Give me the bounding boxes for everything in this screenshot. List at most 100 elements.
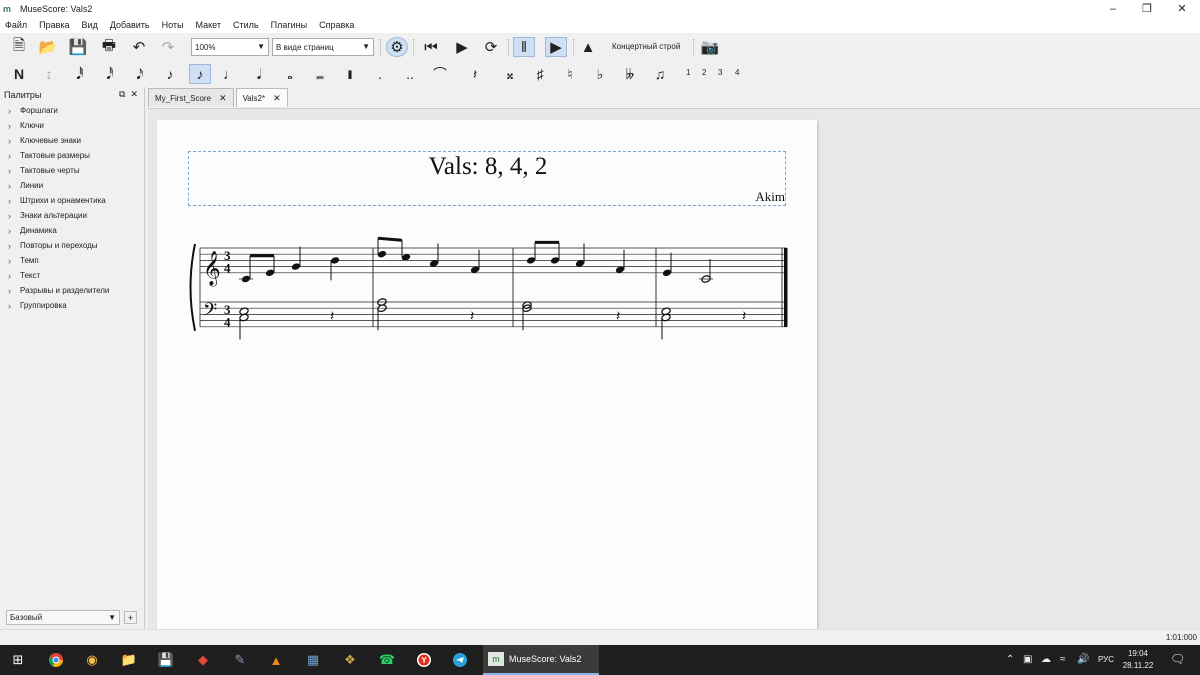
tab-vals2[interactable]: Vals2* ✕ (235, 88, 288, 107)
menu-help[interactable]: Справка (319, 20, 354, 30)
palette-item[interactable]: › Разрывы и разделители (0, 283, 144, 298)
play-icon[interactable]: ▶ (451, 37, 473, 57)
menu-add[interactable]: Добавить (110, 20, 150, 30)
palette-item[interactable]: › Ключевые знаки (0, 133, 144, 148)
menu-view[interactable]: Вид (82, 20, 98, 30)
close-tab-icon[interactable]: ✕ (273, 93, 281, 104)
score-canvas[interactable]: Vals: 8, 4, 2 Akim 𝄞 𝄢 3 4 3 4 𝄽 𝄽 𝄽 𝄽 (148, 108, 1200, 630)
note-input-mode-icon[interactable]: N (8, 64, 30, 84)
flat-icon[interactable]: ♭ (589, 64, 611, 84)
redo-icon[interactable]: ↷ (157, 37, 179, 57)
menu-edit[interactable]: Правка (39, 20, 69, 30)
browser-app-icon[interactable]: ◉ (82, 650, 102, 670)
pan-score-icon[interactable]: ▶ (545, 37, 567, 57)
palette-item[interactable]: › Группировка (0, 298, 144, 313)
palette-item[interactable]: › Форшлаги (0, 103, 144, 118)
music-system[interactable]: 𝄞𝄢3434 𝄽 𝄽 𝄽 𝄽 (157, 120, 817, 630)
palette-item[interactable]: › Знаки альтерации (0, 208, 144, 223)
menu-layout[interactable]: Макет (196, 20, 221, 30)
palette-item[interactable]: › Повторы и переходы (0, 238, 144, 253)
rewind-icon[interactable]: ⏮ (420, 37, 442, 57)
repeat-playback-icon[interactable]: ‖ (513, 37, 535, 57)
double-flat-icon[interactable]: 𝄫 (619, 64, 641, 84)
file-explorer-icon[interactable]: 📁 (119, 650, 139, 670)
breve-icon[interactable]: 𝅜 (309, 64, 331, 84)
menu-notes[interactable]: Ноты (162, 20, 184, 30)
close-panel-icon[interactable]: ✕ (130, 89, 138, 99)
augmentation-dot-icon[interactable]: . (369, 64, 391, 84)
workspace-select[interactable]: Базовый ▼ (6, 610, 120, 625)
show-hidden-icons-icon[interactable]: ⌃ (1006, 654, 1014, 665)
undo-icon[interactable]: ↶ (128, 37, 150, 57)
meet-icon[interactable]: ▣ (1023, 654, 1032, 665)
yandex-browser-icon[interactable]: Y (414, 650, 434, 670)
metronome-icon[interactable]: ▲ (577, 37, 599, 57)
menu-file[interactable]: Файл (5, 20, 27, 30)
save-app-icon[interactable]: 💾 (156, 650, 176, 670)
wifi-icon[interactable]: ≈ (1060, 654, 1066, 665)
palette-item[interactable]: › Тактовые размеры (0, 148, 144, 163)
volume-icon[interactable]: 🔊 (1077, 654, 1089, 665)
natural-icon[interactable]: ♮ (559, 64, 581, 84)
close-window-icon[interactable]: ✕ (1164, 0, 1200, 17)
camera-icon[interactable]: 📷 (699, 37, 721, 57)
half-note-icon[interactable]: 𝅘𝅥 (248, 64, 270, 84)
loop-icon[interactable]: ⟳ (480, 37, 502, 57)
palette-item[interactable]: › Текст (0, 268, 144, 283)
longa-icon[interactable]: 𝅛 (339, 64, 361, 84)
quarter-note-icon[interactable]: ♩ (219, 64, 241, 84)
voice-3-button[interactable]: 3 (718, 68, 722, 77)
zoom-select[interactable]: 100% ▼ (191, 38, 269, 56)
clock[interactable]: 19:04 28.11.22 (1118, 648, 1158, 672)
minimize-icon[interactable]: – (1095, 0, 1131, 17)
tab-my-first-score[interactable]: My_First_Score ✕ (148, 88, 234, 107)
note-input-options-icon[interactable]: ↕ (38, 64, 60, 84)
flip-direction-icon[interactable]: ♫ (649, 64, 671, 84)
sharp-icon[interactable]: ♯ (529, 64, 551, 84)
voice-1-button[interactable]: 1 (686, 68, 690, 77)
concert-pitch-toggle[interactable]: Концертный строй (612, 42, 680, 51)
new-score-icon[interactable]: 🗎 (8, 37, 30, 57)
eighth-note-icon[interactable]: ♪ (159, 64, 181, 84)
whatsapp-icon[interactable]: ☎ (377, 650, 397, 670)
64th-note-icon[interactable]: 𝅘𝅥𝅱 (69, 64, 91, 84)
palette-item[interactable]: › Тактовые черты (0, 163, 144, 178)
tool-app-icon[interactable]: ✎ (230, 650, 250, 670)
restore-icon[interactable]: ❐ (1129, 0, 1165, 17)
anydesk-icon[interactable]: ◆ (193, 650, 213, 670)
voice-4-button[interactable]: 4 (735, 68, 739, 77)
open-folder-icon[interactable]: 📂 (37, 37, 59, 57)
telegram-icon[interactable] (450, 650, 470, 670)
menu-plugins[interactable]: Плагины (271, 20, 307, 30)
windows-start-icon[interactable]: ⊞ (8, 650, 28, 670)
palette-item[interactable]: › Ключи (0, 118, 144, 133)
score-page[interactable]: Vals: 8, 4, 2 Akim 𝄞 𝄢 3 4 3 4 𝄽 𝄽 𝄽 𝄽 (157, 120, 817, 630)
palette-item[interactable]: › Штрихи и орнаментика (0, 193, 144, 208)
print-icon[interactable]: 🖶 (98, 37, 120, 57)
double-sharp-icon[interactable]: 𝄪 (499, 64, 521, 84)
rest-icon[interactable]: 𝄽 (464, 64, 486, 84)
add-workspace-button[interactable]: + (124, 611, 137, 624)
voice-2-button[interactable]: 2 (702, 68, 706, 77)
onedrive-icon[interactable]: ☁ (1041, 654, 1051, 665)
notifications-icon[interactable]: 🗨 (1170, 652, 1185, 666)
palette-item[interactable]: › Линии (0, 178, 144, 193)
16th-note-icon[interactable]: 𝅘𝅥𝅯 (129, 64, 151, 84)
palette-item[interactable]: › Темп (0, 253, 144, 268)
eighth-note-selected-icon[interactable]: ♪ (189, 64, 211, 84)
app-cube-icon[interactable]: ❖ (340, 650, 360, 670)
32nd-note-icon[interactable]: 𝅘𝅥𝅰 (99, 64, 121, 84)
tie-icon[interactable]: ⌒ (429, 64, 451, 84)
language-indicator[interactable]: РУС (1098, 655, 1114, 664)
view-mode-select[interactable]: В виде страниц ▼ (272, 38, 374, 56)
taskbar-musescore[interactable]: m MuseScore: Vals2 (483, 645, 599, 675)
calculator-icon[interactable]: ▦ (303, 650, 323, 670)
save-icon[interactable]: 💾 (67, 37, 89, 57)
menu-style[interactable]: Стиль (233, 20, 259, 30)
chrome-icon[interactable] (46, 650, 66, 670)
playback-settings-icon[interactable]: ⚙ (386, 37, 408, 57)
undock-icon[interactable]: ⧉ (119, 89, 125, 99)
palette-item[interactable]: › Динамика (0, 223, 144, 238)
whole-note-icon[interactable]: 𝅝 (279, 64, 301, 84)
vlc-icon[interactable]: ▲ (266, 650, 286, 670)
